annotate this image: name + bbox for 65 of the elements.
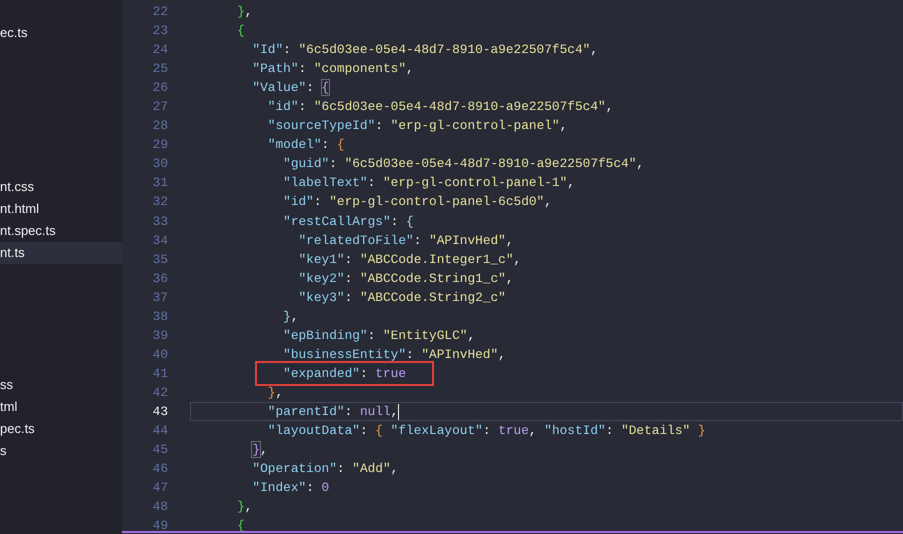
code-line: }, — [283, 308, 299, 325]
code-line: "id": "erp-gl-control-panel-6c5d0", — [283, 193, 552, 210]
file-item[interactable]: nt.spec.ts — [0, 220, 122, 242]
line-number: 26 — [152, 79, 169, 98]
line-number: 29 — [152, 136, 169, 154]
line-number: 30 — [152, 155, 169, 174]
line-number: 32 — [152, 193, 169, 212]
line-number: 34 — [152, 232, 169, 250]
line-number: 40 — [152, 346, 169, 364]
line-number: 28 — [152, 117, 169, 136]
line-number: 42 — [152, 384, 169, 402]
code-line: "key2": "ABCCode.String1_c", — [298, 270, 514, 287]
file-item[interactable]: nt.html — [0, 198, 122, 220]
text-cursor — [398, 404, 400, 420]
code-line: "sourceTypeId": "erp-gl-control-panel", — [268, 117, 568, 134]
code-line: "Id": "6c5d03ee-05e4-48d7-8910-a9e22507f5c4", — [252, 41, 598, 58]
line-number: 25 — [152, 60, 169, 78]
code-line: "Operation": "Add", — [252, 460, 398, 478]
code-line: "businessEntity": "APInvHed", — [283, 346, 506, 363]
file-item[interactable]: ec.ts — [0, 22, 122, 44]
code-line: }, — [268, 384, 284, 401]
file-item[interactable]: s — [0, 440, 122, 462]
code-line: "labelText": "erp-gl-control-panel-1", — [283, 174, 575, 192]
code-line: "expanded": true — [283, 364, 406, 382]
code-line: "restCallArgs": { — [283, 212, 414, 230]
line-number: 46 — [152, 460, 169, 478]
code-line: }, — [237, 3, 252, 20]
file-item[interactable]: nt.css — [0, 176, 122, 198]
line-number: 35 — [152, 250, 169, 269]
file-item[interactable]: tml — [0, 396, 122, 418]
line-number: 39 — [152, 326, 169, 345]
code-line: }, — [237, 498, 252, 516]
code-line: "parentId": null, — [268, 402, 398, 420]
code-line: "relatedToFile": "APInvHed", — [298, 232, 514, 249]
line-number: 36 — [152, 270, 169, 288]
code-line: "key1": "ABCCode.Integer1_c", — [298, 250, 522, 268]
line-number: 47 — [152, 479, 169, 498]
line-number: 41 — [152, 364, 169, 383]
line-number: 44 — [152, 422, 169, 440]
line-number: 22 — [152, 3, 169, 21]
code-line: "guid": "6c5d03ee-05e4-48d7-8910-a9e22507f5c4", — [283, 155, 644, 172]
code-line: "Index": 0 — [252, 479, 330, 496]
code-line: "Path": "components", — [252, 60, 414, 78]
line-number: 33 — [152, 212, 169, 231]
file-item[interactable]: pec.ts — [0, 418, 122, 440]
code-line: "model": { — [268, 136, 345, 154]
file-item[interactable]: nt.ts — [0, 242, 122, 264]
line-number: 43 — [152, 402, 169, 421]
code-line: }, — [252, 441, 268, 458]
code-line: "id": "6c5d03ee-05e4-48d7-8910-a9e22507f5c4", — [268, 98, 614, 116]
line-number: 24 — [152, 41, 169, 60]
file-item[interactable]: ss — [0, 374, 122, 396]
line-number: 45 — [152, 441, 169, 460]
line-number: 31 — [152, 174, 169, 192]
code-line: "epBinding": "EntityGLC", — [283, 326, 476, 344]
code-line: "Value": { — [252, 79, 330, 96]
code-line: "key3": "ABCCode.String2_c" — [298, 288, 506, 306]
code-line: "layoutData": { "flexLayout": true, "hostId": "Details" } — [268, 422, 706, 440]
line-number: 49 — [152, 517, 169, 534]
line-number: 37 — [152, 288, 169, 307]
line-number: 48 — [152, 498, 169, 516]
line-number: 38 — [152, 308, 169, 326]
line-number: 23 — [152, 22, 169, 40]
line-number: 27 — [152, 98, 169, 116]
code-line: { — [237, 22, 245, 40]
